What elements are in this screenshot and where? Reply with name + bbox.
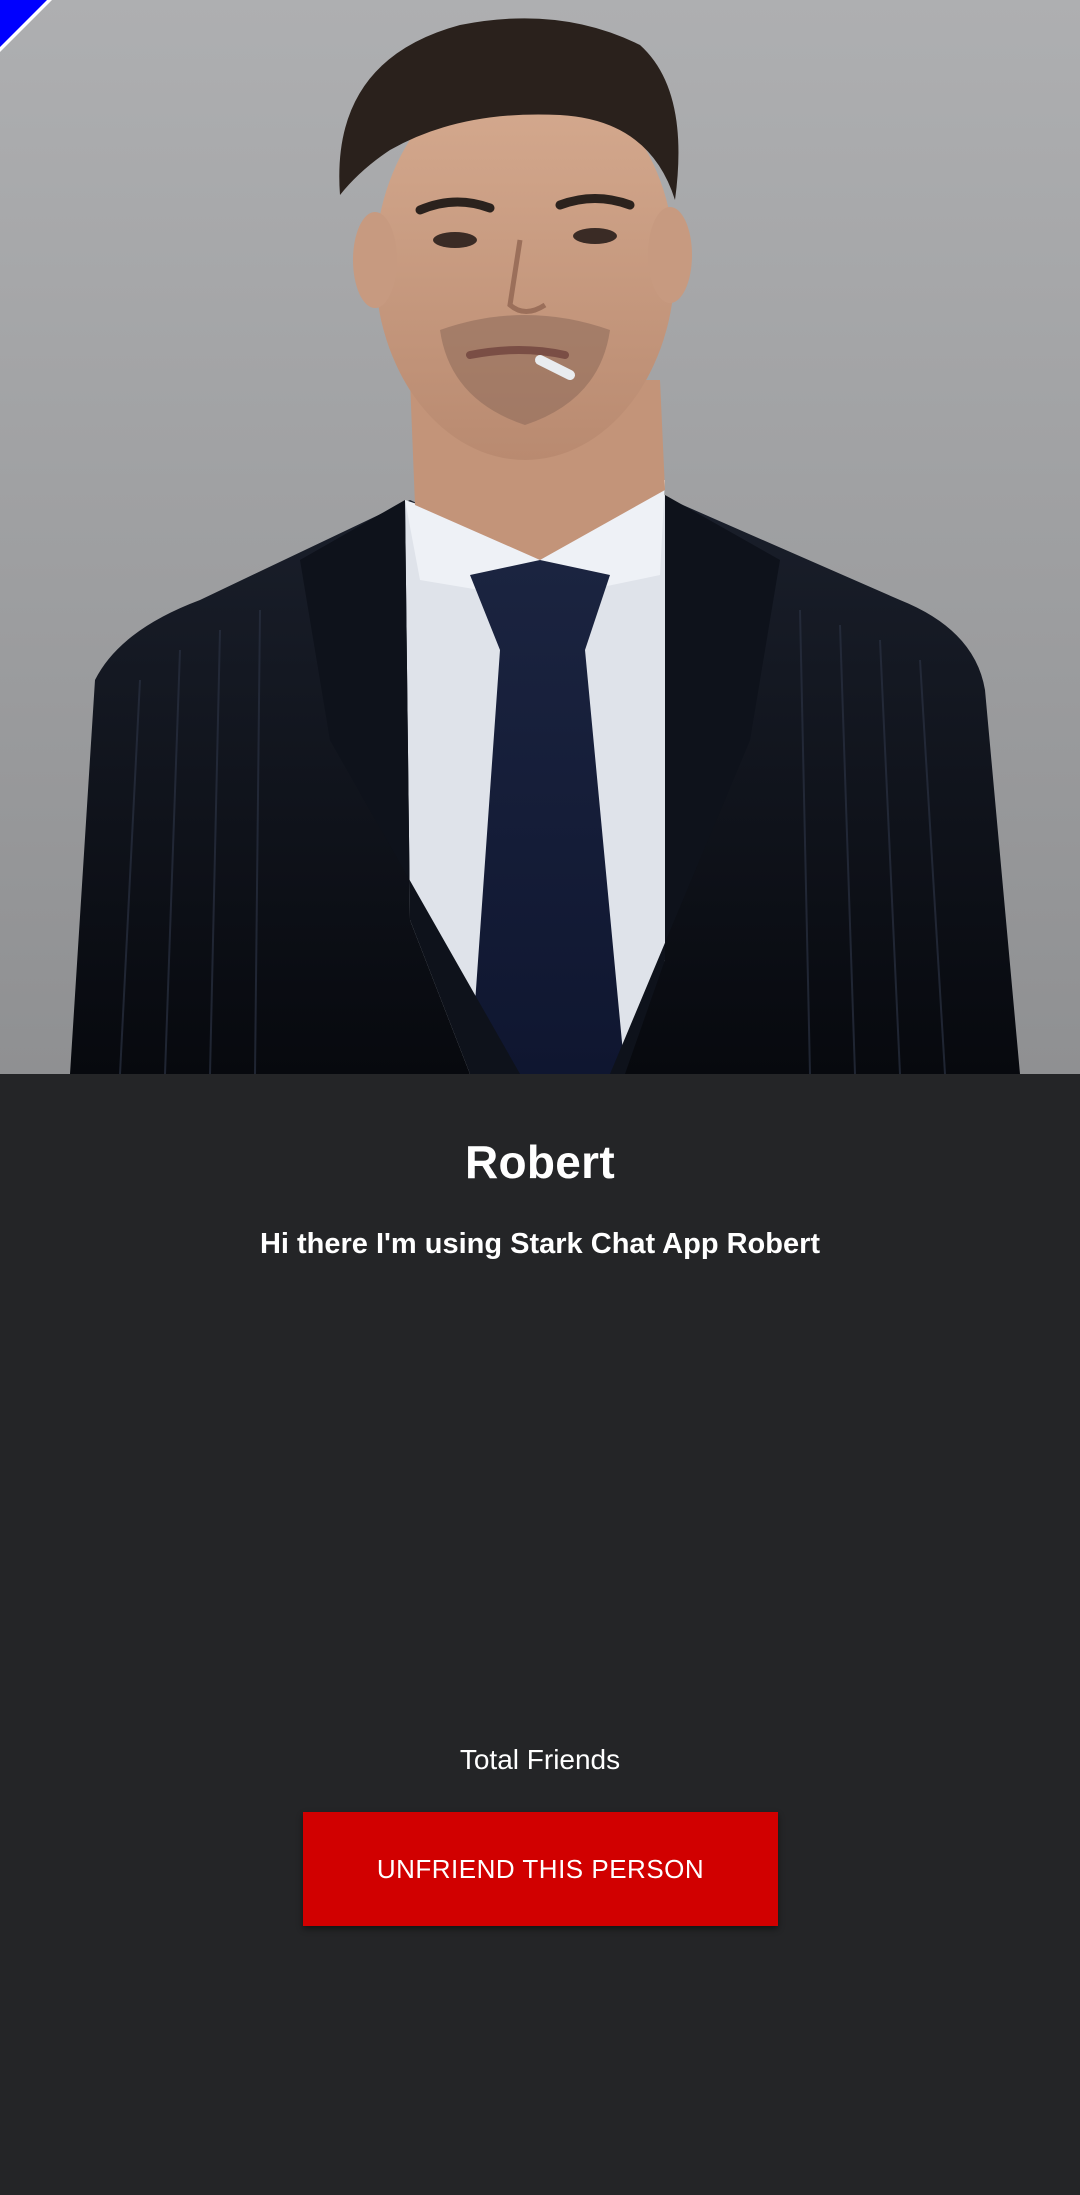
profile-status: Hi there I'm using Stark Chat App Robert xyxy=(259,1228,821,1260)
profile-photo xyxy=(0,0,1080,1074)
corner-ribbon-icon xyxy=(0,0,52,52)
profile-screen: Robert Hi there I'm using Stark Chat App… xyxy=(0,0,1080,2195)
profile-name: Robert xyxy=(464,1136,616,1188)
total-friends-label: Total Friends xyxy=(459,1744,621,1775)
profile-photo-illustration xyxy=(0,0,1080,1074)
unfriend-button[interactable]: UNFRIEND THIS PERSON xyxy=(303,1812,778,1926)
